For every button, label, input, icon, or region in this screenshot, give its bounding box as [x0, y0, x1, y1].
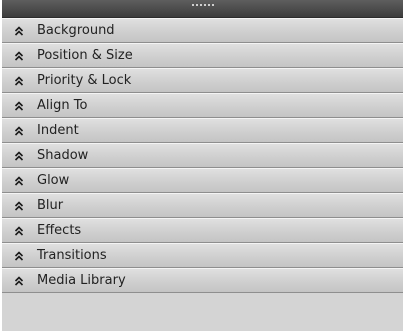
double-chevron-up-icon — [14, 275, 24, 286]
double-chevron-up-icon — [14, 200, 24, 211]
section-header-shadow[interactable]: Shadow — [2, 143, 403, 168]
section-label: Indent — [37, 123, 79, 138]
double-chevron-up-icon — [14, 50, 24, 61]
section-label: Background — [37, 23, 115, 38]
section-header-priority-lock[interactable]: Priority & Lock — [2, 68, 403, 93]
double-chevron-up-icon — [14, 225, 24, 236]
double-chevron-up-icon — [14, 100, 24, 111]
double-chevron-up-icon — [14, 150, 24, 161]
section-label: Effects — [37, 223, 82, 238]
section-header-effects[interactable]: Effects — [2, 218, 403, 243]
properties-panel: Background Position & Size Priority & Lo… — [2, 0, 403, 331]
section-list: Background Position & Size Priority & Lo… — [2, 18, 403, 293]
section-label: Priority & Lock — [37, 73, 132, 88]
double-chevron-up-icon — [14, 125, 24, 136]
section-label: Media Library — [37, 273, 126, 288]
section-label: Align To — [37, 98, 88, 113]
resize-grip-bar[interactable] — [2, 0, 403, 18]
section-header-align-to[interactable]: Align To — [2, 93, 403, 118]
section-label: Glow — [37, 173, 70, 188]
section-label: Shadow — [37, 148, 89, 163]
section-header-media-library[interactable]: Media Library — [2, 268, 403, 293]
section-header-background[interactable]: Background — [2, 18, 403, 43]
double-chevron-up-icon — [14, 25, 24, 36]
double-chevron-up-icon — [14, 175, 24, 186]
section-label: Transitions — [37, 248, 107, 263]
section-label: Position & Size — [37, 48, 133, 63]
double-chevron-up-icon — [14, 250, 24, 261]
section-header-glow[interactable]: Glow — [2, 168, 403, 193]
section-header-position-size[interactable]: Position & Size — [2, 43, 403, 68]
grip-handle-icon[interactable] — [191, 4, 214, 6]
section-header-indent[interactable]: Indent — [2, 118, 403, 143]
section-header-blur[interactable]: Blur — [2, 193, 403, 218]
section-header-transitions[interactable]: Transitions — [2, 243, 403, 268]
section-label: Blur — [37, 198, 64, 213]
double-chevron-up-icon — [14, 75, 24, 86]
